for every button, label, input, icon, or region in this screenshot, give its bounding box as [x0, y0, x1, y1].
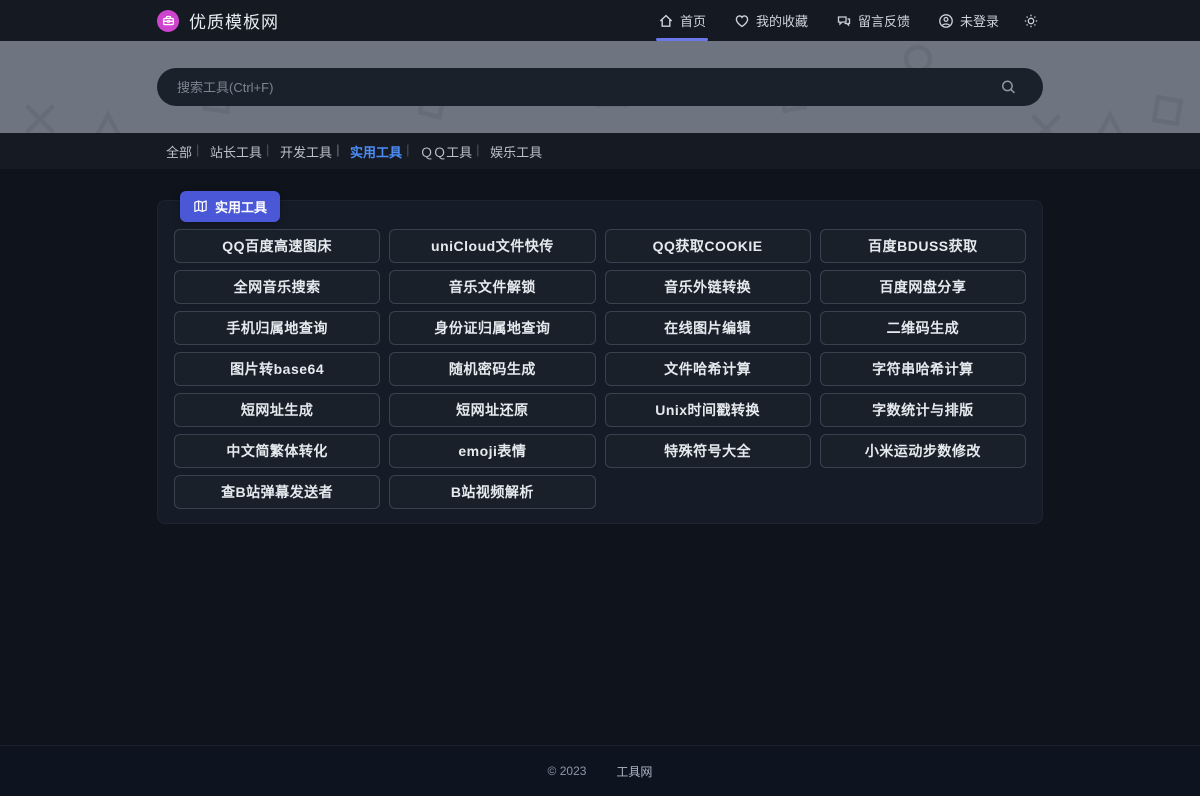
tool-button[interactable]: 查B站弹幕发送者 [174, 475, 380, 509]
tool-button[interactable]: uniCloud文件快传 [389, 229, 595, 263]
category-filter-bar: 全部 站长工具 开发工具 实用工具 ＱＱ工具 娱乐工具 [0, 133, 1200, 169]
tool-button[interactable]: 特殊符号大全 [605, 434, 811, 468]
toolbox-logo-icon [157, 10, 179, 32]
tool-button[interactable]: 音乐外链转换 [605, 270, 811, 304]
section-badge-label: 实用工具 [215, 197, 267, 216]
category-filter-list: 全部 站长工具 开发工具 实用工具 ＱＱ工具 娱乐工具 [157, 133, 1043, 169]
tool-button[interactable]: 百度网盘分享 [820, 270, 1026, 304]
filter-category[interactable]: 全部 [157, 142, 201, 161]
site-title: 优质模板网 [189, 8, 279, 33]
tool-button[interactable]: 图片转base64 [174, 352, 380, 386]
hero-banner [0, 41, 1200, 133]
copyright-text: © 2023 [548, 764, 587, 778]
filter-category[interactable]: ＱＱ工具 [411, 142, 481, 161]
tool-button[interactable]: 短网址还原 [389, 393, 595, 427]
top-navbar: 优质模板网 首页 我的收藏 [0, 0, 1200, 41]
home-icon [658, 13, 674, 29]
footer-site-link[interactable]: 工具网 [616, 763, 652, 780]
search-bar [157, 68, 1043, 106]
filter-category[interactable]: 娱乐工具 [481, 142, 551, 161]
filter-category[interactable]: 开发工具 [271, 142, 341, 161]
feedback-icon [836, 13, 852, 29]
tool-button[interactable]: Unix时间戳转换 [605, 393, 811, 427]
nav-item-login[interactable]: 未登录 [924, 0, 1013, 41]
nav-item-label: 首页 [680, 11, 706, 30]
map-icon [193, 199, 208, 214]
heart-icon [734, 13, 750, 29]
tool-button[interactable]: B站视频解析 [389, 475, 595, 509]
brand[interactable]: 优质模板网 [157, 8, 279, 33]
tool-button[interactable]: 字符串哈希计算 [820, 352, 1026, 386]
tool-button[interactable]: 文件哈希计算 [605, 352, 811, 386]
tool-button[interactable]: emoji表情 [389, 434, 595, 468]
main-content: 实用工具 QQ百度高速图床 uniCloud文件快传 QQ获取COOKIE 百度… [0, 169, 1200, 745]
tool-button[interactable]: 小米运动步数修改 [820, 434, 1026, 468]
nav-menu: 首页 我的收藏 留言反馈 [644, 0, 1043, 41]
tool-button[interactable]: QQ百度高速图床 [174, 229, 380, 263]
section-badge: 实用工具 [180, 191, 280, 222]
filter-category[interactable]: 站长工具 [201, 142, 271, 161]
magnifier-icon[interactable] [1000, 79, 1017, 96]
tool-button[interactable]: 全网音乐搜索 [174, 270, 380, 304]
tool-button[interactable]: 在线图片编辑 [605, 311, 811, 345]
nav-item-favorites[interactable]: 我的收藏 [720, 0, 822, 41]
tool-button[interactable]: 身份证归属地查询 [389, 311, 595, 345]
sun-icon[interactable] [1019, 9, 1043, 33]
nav-item-label: 留言反馈 [858, 11, 910, 30]
tool-button[interactable]: 百度BDUSS获取 [820, 229, 1026, 263]
nav-item-feedback[interactable]: 留言反馈 [822, 0, 924, 41]
search-input[interactable] [157, 68, 1043, 106]
tool-grid: QQ百度高速图床 uniCloud文件快传 QQ获取COOKIE 百度BDUSS… [174, 229, 1026, 509]
tool-button[interactable]: 音乐文件解锁 [389, 270, 595, 304]
tool-section-card: 实用工具 QQ百度高速图床 uniCloud文件快传 QQ获取COOKIE 百度… [157, 200, 1043, 524]
tool-button[interactable]: 手机归属地查询 [174, 311, 380, 345]
nav-item-label: 我的收藏 [756, 11, 808, 30]
tool-button[interactable]: 短网址生成 [174, 393, 380, 427]
tool-button[interactable]: 中文简繁体转化 [174, 434, 380, 468]
tool-button[interactable]: 字数统计与排版 [820, 393, 1026, 427]
page-footer: © 2023 工具网 [0, 745, 1200, 796]
filter-category[interactable]: 实用工具 [341, 142, 411, 161]
tool-button[interactable]: 随机密码生成 [389, 352, 595, 386]
user-icon [938, 13, 954, 29]
nav-item-label: 未登录 [960, 11, 999, 30]
nav-item-home[interactable]: 首页 [644, 0, 720, 41]
tool-button[interactable]: 二维码生成 [820, 311, 1026, 345]
tool-button[interactable]: QQ获取COOKIE [605, 229, 811, 263]
